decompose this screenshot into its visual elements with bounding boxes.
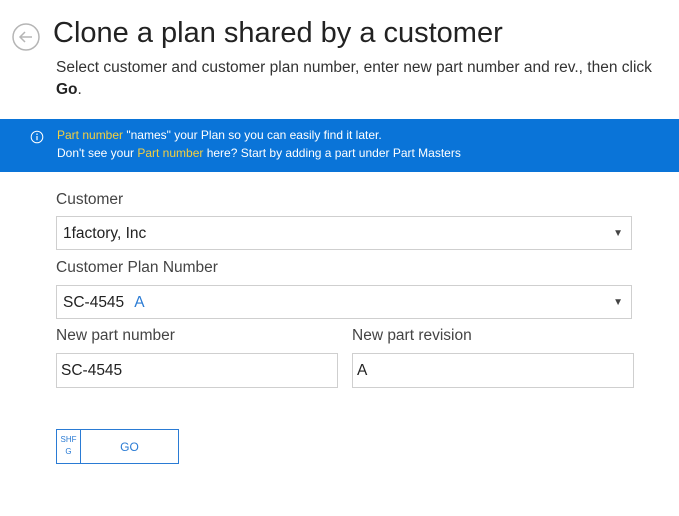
new-part-number-label: New part number — [56, 327, 175, 344]
go-button-group: SHF G GO — [56, 429, 179, 464]
part-number-highlight: Part number — [57, 128, 124, 142]
part-number-highlight: Part number — [137, 146, 204, 160]
info-icon — [30, 130, 44, 144]
plan-number-value: SC-4545 — [63, 294, 125, 311]
customer-selected-value: 1factory, Inc — [63, 225, 147, 242]
instructions-main: Select customer and customer plan number… — [56, 59, 652, 76]
dropdown-arrow-icon: ▼ — [613, 297, 623, 308]
back-arrow-icon[interactable] — [12, 23, 40, 51]
customer-plan-number-label: Customer Plan Number — [56, 259, 218, 276]
banner-line-1-text: "names" your Plan so you can easily find… — [123, 128, 382, 142]
go-button[interactable]: GO — [81, 430, 178, 463]
keyboard-shortcut-hint: SHF G — [57, 430, 81, 463]
customer-plan-number-select[interactable]: SC-4545 A ▼ — [56, 285, 632, 319]
plan-revision-value: A — [134, 294, 145, 311]
banner-line-2-post: here? Start by adding a part under Part … — [203, 146, 461, 160]
instructions-end: . — [77, 81, 82, 98]
plan-selected-value: SC-4545 A — [63, 294, 145, 312]
customer-label: Customer — [56, 191, 124, 208]
page-title: Clone a plan shared by a customer — [53, 17, 503, 49]
customer-select[interactable]: 1factory, Inc ▼ — [56, 216, 632, 250]
banner-line-2: Don't see your Part number here? Start b… — [57, 146, 461, 160]
info-banner: Part number "names" your Plan so you can… — [0, 119, 679, 172]
instructions-text: Select customer and customer plan number… — [56, 57, 666, 101]
dropdown-arrow-icon: ▼ — [613, 228, 623, 239]
banner-line-2-pre: Don't see your — [57, 146, 138, 160]
new-part-revision-label: New part revision — [352, 327, 472, 344]
new-part-number-input[interactable] — [56, 353, 338, 388]
new-part-revision-input[interactable] — [352, 353, 634, 388]
shortcut-line-2: G — [65, 447, 72, 456]
shortcut-line-1: SHF — [60, 435, 77, 444]
banner-line-1: Part number "names" your Plan so you can… — [57, 128, 382, 142]
instructions-go: Go — [56, 81, 78, 98]
